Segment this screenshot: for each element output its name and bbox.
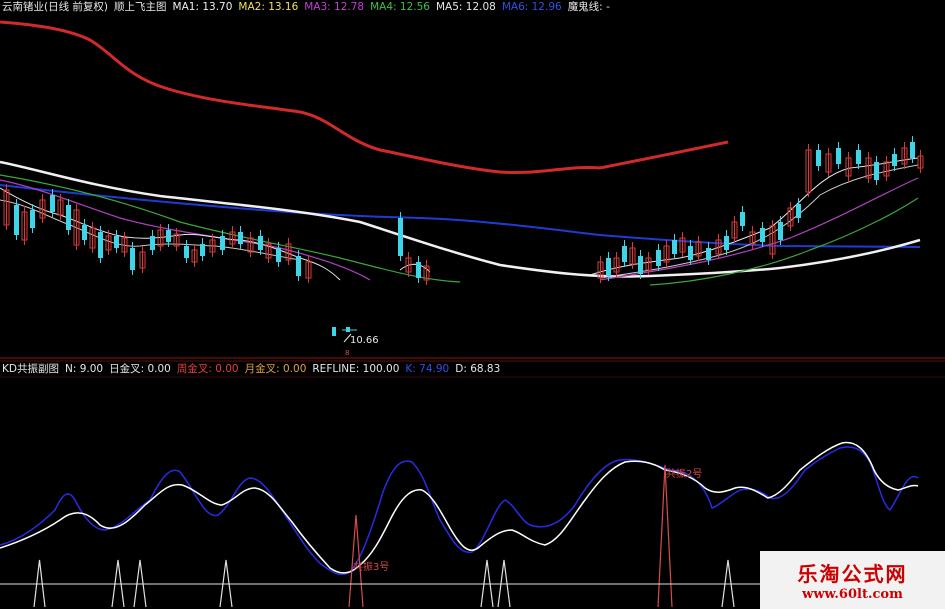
candle-body bbox=[892, 154, 897, 166]
candle-body bbox=[200, 244, 205, 256]
candle-body bbox=[398, 218, 403, 256]
resonance-spike bbox=[348, 514, 364, 608]
candle-body bbox=[130, 248, 135, 270]
candle-body bbox=[606, 258, 611, 276]
candle-body bbox=[796, 204, 801, 218]
low-marker-small: 8 bbox=[345, 349, 349, 357]
candle-body bbox=[238, 232, 243, 244]
candle-body bbox=[836, 148, 841, 164]
signal-spikes bbox=[33, 464, 735, 608]
long-ma-line bbox=[0, 20, 729, 175]
candle-body bbox=[50, 195, 55, 212]
candle-body bbox=[14, 205, 19, 235]
candle-body bbox=[258, 236, 263, 250]
candle-body bbox=[740, 212, 745, 226]
candle-body bbox=[98, 232, 103, 258]
candle-body bbox=[166, 230, 171, 242]
candle-body bbox=[150, 236, 155, 250]
chart-canvas[interactable]: 10.66 8 共振3号 共振2号 bbox=[0, 0, 945, 609]
candle-body bbox=[276, 248, 281, 262]
candle-body bbox=[82, 225, 87, 240]
watermark-url: www.60lt.com bbox=[802, 587, 903, 602]
resonance-3-label: 共振3号 bbox=[353, 560, 389, 573]
candle-body bbox=[688, 246, 693, 260]
candle-body bbox=[184, 246, 189, 258]
candle-body bbox=[622, 246, 627, 262]
candle-body bbox=[856, 150, 861, 164]
candle-body bbox=[706, 248, 711, 260]
candle-body bbox=[816, 150, 821, 166]
candle-body bbox=[416, 262, 421, 278]
candle-body bbox=[910, 142, 915, 158]
candle-body bbox=[724, 236, 729, 250]
candle-body bbox=[638, 256, 643, 274]
candle-body bbox=[672, 240, 677, 254]
candle-body bbox=[220, 236, 225, 250]
candle-body bbox=[114, 236, 119, 248]
resonance-2-label: 共振2号 bbox=[666, 467, 702, 480]
candle-body bbox=[874, 162, 879, 180]
candle-body bbox=[296, 256, 301, 276]
watermark-title: 乐淘公式网 bbox=[797, 562, 908, 586]
watermark: 乐淘公式网 www.60lt.com bbox=[760, 551, 945, 609]
candle-body bbox=[656, 250, 661, 266]
low-price-label: 10.66 bbox=[350, 335, 379, 346]
candlesticks bbox=[3, 136, 924, 285]
candle-body bbox=[66, 205, 71, 230]
candle-body bbox=[30, 210, 35, 228]
candle-body bbox=[778, 222, 783, 240]
chart-window[interactable]: 云南锗业(日线 前复权) 顺上飞主图 MA1: 13.70 MA2: 13.16… bbox=[0, 0, 945, 609]
low-price-marker: 10.66 8 bbox=[332, 327, 379, 357]
resonance-spike bbox=[657, 464, 673, 608]
candle-body bbox=[760, 228, 765, 242]
